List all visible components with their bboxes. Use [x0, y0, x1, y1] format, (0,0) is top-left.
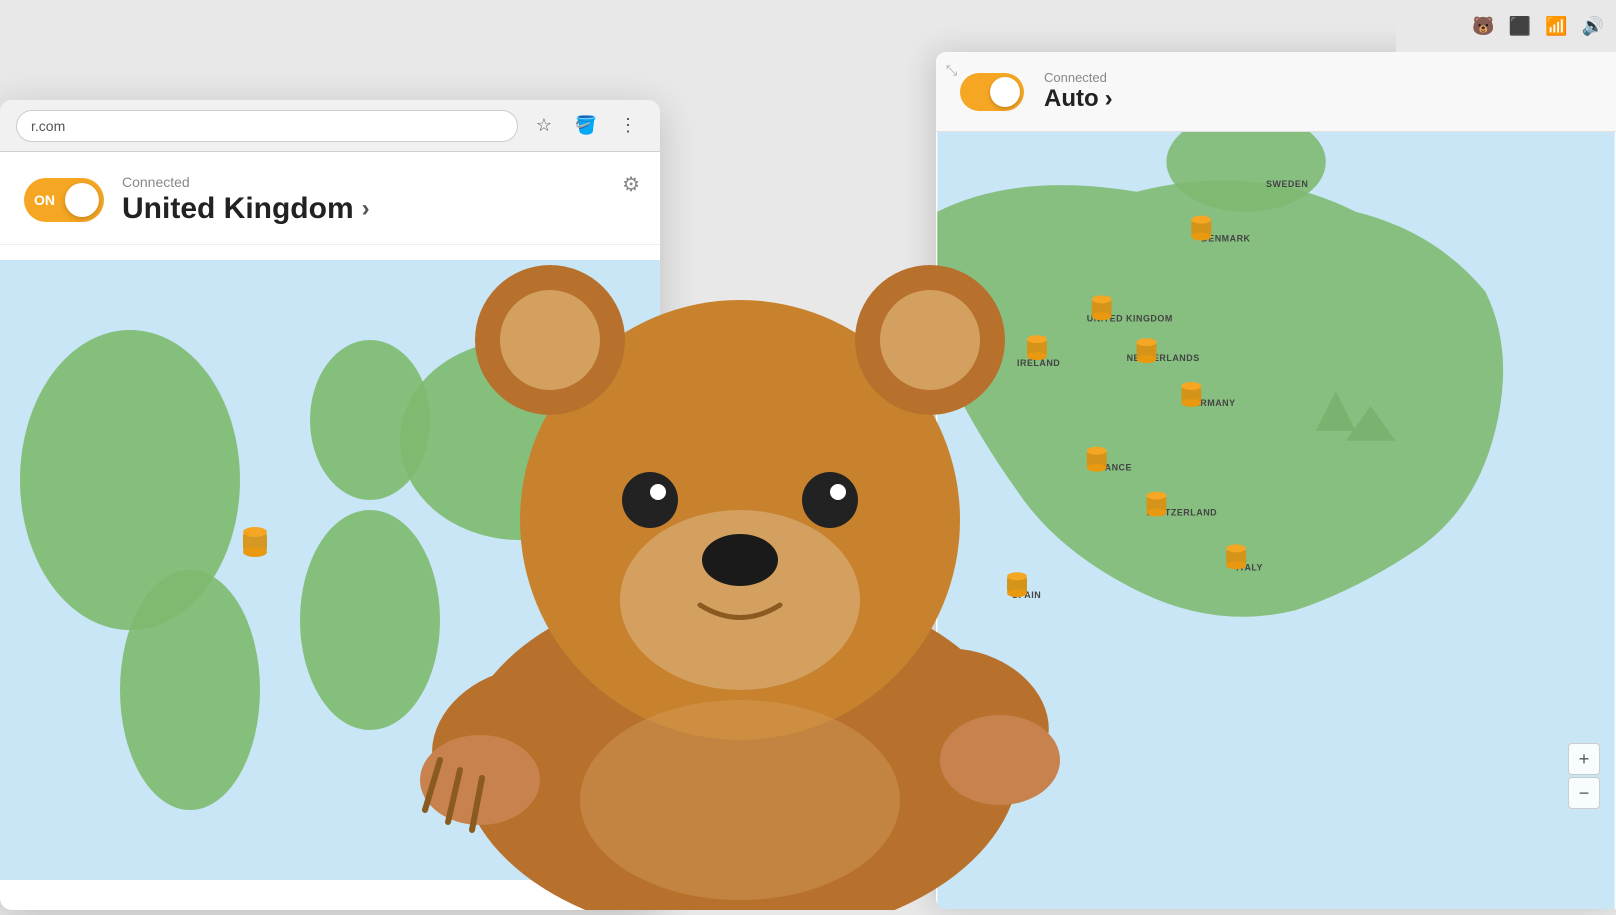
france-server[interactable] [1087, 447, 1107, 472]
resize-handle[interactable]: ⤡ [946, 62, 957, 79]
switzerland-server[interactable] [1147, 492, 1167, 517]
zoom-out-button[interactable]: − [1568, 777, 1600, 809]
settings-button[interactable]: ⚙ [622, 172, 640, 197]
italy-server[interactable] [1226, 544, 1246, 569]
desktop-mode-text: Auto [1044, 85, 1099, 113]
desktop-map-area: IRELAND UNITED KINGDOM NETHERLANDS [936, 132, 1616, 909]
vpn-extension-panel: ON Connected United Kingdom › ⚙ [0, 152, 660, 245]
toggle-label: ON [34, 192, 55, 208]
browser-toolbar: r.com ☆ 🪣 ⋮ [0, 100, 660, 152]
desktop-toggle-knob [990, 77, 1020, 107]
desktop-chevron-icon: › [1105, 85, 1113, 113]
chevron-right-icon: › [362, 195, 370, 223]
star-button[interactable]: ☆ [528, 110, 560, 142]
country-name[interactable]: United Kingdom › [122, 192, 370, 226]
airplay-tray-icon[interactable]: ⬛ [1509, 16, 1531, 37]
desktop-connected-label: Connected [1044, 70, 1113, 85]
url-text: r.com [31, 118, 65, 134]
spain-server[interactable] [1007, 572, 1027, 597]
settings-icon: ⚙ [622, 174, 640, 196]
sweden-label: SWEDEN [1266, 179, 1308, 189]
menu-button[interactable]: ⋮ [612, 110, 644, 142]
wifi-tray-icon[interactable]: 📶 [1545, 16, 1567, 37]
volume-tray-icon[interactable]: 🔊 [1582, 16, 1604, 37]
netherlands-server[interactable] [1137, 338, 1157, 363]
desktop-map-svg: IRELAND UNITED KINGDOM NETHERLANDS [936, 132, 1616, 909]
uk-server[interactable] [1092, 295, 1112, 320]
star-icon: ☆ [536, 115, 552, 136]
connected-label: Connected [122, 174, 370, 190]
denmark-server[interactable] [1191, 216, 1211, 241]
germany-server[interactable] [1181, 382, 1201, 407]
zoom-controls: + − [1568, 743, 1600, 809]
country-text: United Kingdom [122, 192, 354, 226]
vpn-bear-tray-icon[interactable]: 🐻 [1472, 16, 1494, 37]
extension-icon: 🪣 [575, 115, 597, 136]
browser-map-area [0, 245, 660, 895]
desktop-mode-display[interactable]: Auto › [1044, 85, 1113, 113]
desktop-vpn-toggle[interactable] [960, 73, 1024, 111]
connection-info: Connected United Kingdom › [122, 174, 370, 226]
desktop-vpn-header: Connected Auto › [936, 52, 1616, 132]
desktop-connection-info: Connected Auto › [1044, 70, 1113, 113]
url-bar[interactable]: r.com [16, 110, 518, 142]
menu-icon: ⋮ [619, 115, 637, 136]
browser-map-svg [0, 245, 660, 895]
system-tray: 🐻 ⬛ 📶 🔊 [1396, 0, 1616, 52]
ireland-server[interactable] [1027, 335, 1047, 360]
server-marker-usa[interactable] [243, 527, 267, 557]
toggle-knob [65, 183, 99, 217]
zoom-in-button[interactable]: + [1568, 743, 1600, 775]
extension-button[interactable]: 🪣 [570, 110, 602, 142]
browser-extension-popup: r.com ☆ 🪣 ⋮ ON Connected United Kingdom … [0, 100, 660, 910]
vpn-toggle[interactable]: ON [24, 178, 104, 222]
desktop-vpn-app: ⤡ Connected Auto › IRELAND [936, 52, 1616, 909]
